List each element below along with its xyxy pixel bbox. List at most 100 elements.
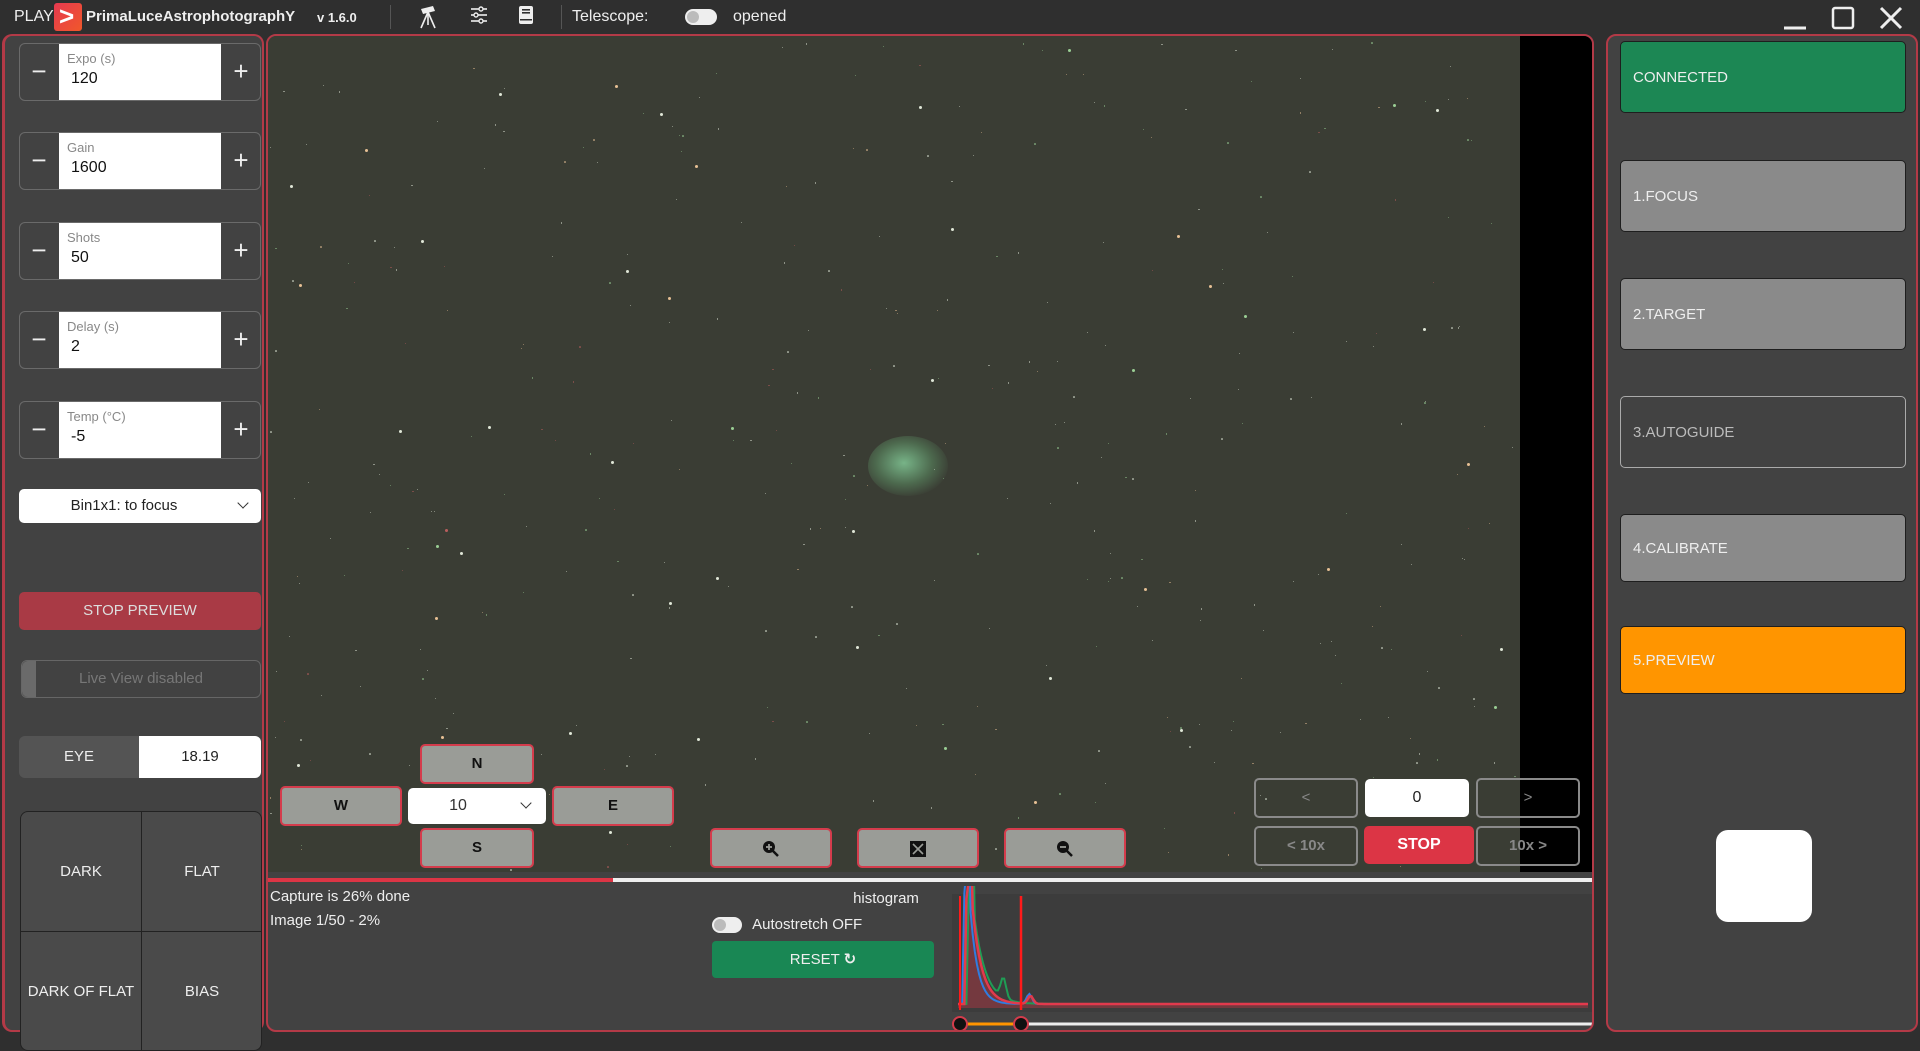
stop-playback-button[interactable]: STOP — [1364, 826, 1474, 864]
star — [1335, 655, 1337, 657]
star — [927, 155, 929, 157]
exposure-increment-button[interactable]: + — [222, 44, 260, 100]
star — [663, 562, 665, 564]
star — [322, 84, 325, 87]
star — [422, 678, 424, 680]
star — [1189, 397, 1192, 400]
bias-button[interactable]: BIAS — [142, 932, 261, 1050]
focus-step-button[interactable]: 1.FOCUS — [1620, 160, 1906, 232]
delay-increment-button[interactable]: + — [222, 312, 260, 368]
calibrate-step-button[interactable]: 4.CALIBRATE — [1620, 514, 1906, 582]
star — [390, 266, 392, 269]
star — [1340, 682, 1343, 685]
star — [1180, 727, 1182, 729]
delay-field[interactable]: Delay (s) 2 — [59, 312, 221, 368]
shots-field[interactable]: Shots 50 — [59, 223, 221, 279]
dark-button[interactable]: DARK — [21, 812, 141, 932]
star — [996, 255, 998, 258]
star — [1239, 352, 1241, 354]
star — [1163, 828, 1165, 830]
gain-increment-button[interactable]: + — [222, 133, 260, 189]
star — [579, 346, 581, 348]
exposure-field[interactable]: Expo (s) 120 — [59, 44, 221, 100]
guide-step-select[interactable]: 10 — [408, 788, 546, 824]
sliders-icon[interactable] — [467, 5, 491, 29]
star — [320, 246, 322, 248]
exposure-decrement-button[interactable]: − — [20, 44, 58, 100]
star — [988, 628, 990, 630]
connected-button[interactable]: CONNECTED — [1620, 41, 1906, 113]
east-button[interactable]: E — [552, 786, 674, 826]
telescope-toggle[interactable] — [685, 9, 717, 25]
star — [765, 630, 767, 632]
dark-of-flat-button[interactable]: DARK OF FLAT — [21, 932, 141, 1050]
star — [790, 462, 793, 465]
north-button[interactable]: N — [420, 744, 534, 784]
capture-button[interactable] — [1716, 830, 1812, 922]
close-button[interactable] — [1876, 4, 1906, 32]
star — [1086, 579, 1088, 581]
star — [1379, 605, 1381, 607]
star — [1424, 402, 1426, 404]
star — [1108, 581, 1109, 583]
reset-histogram-button[interactable]: RESET ↻ — [712, 941, 934, 978]
star — [793, 245, 795, 247]
binning-select[interactable]: Bin1x1: to focus — [19, 489, 261, 523]
book-icon[interactable] — [514, 5, 538, 29]
telescope-icon[interactable] — [416, 5, 440, 29]
star — [593, 139, 595, 141]
gain-field[interactable]: Gain 1600 — [59, 133, 221, 189]
star — [1169, 581, 1171, 584]
star — [1007, 382, 1010, 384]
image-margin — [1520, 36, 1592, 872]
fit-screen-button[interactable] — [857, 828, 979, 868]
stop-preview-button[interactable]: STOP PREVIEW — [19, 592, 261, 630]
star — [1093, 102, 1095, 104]
shots-increment-button[interactable]: + — [222, 223, 260, 279]
delay-stepper: − Delay (s) 2 + — [19, 311, 261, 369]
forward-10x-button[interactable]: 10x > — [1476, 826, 1580, 866]
live-view-toggle[interactable]: Live View disabled — [21, 660, 261, 698]
zoom-in-button[interactable] — [710, 828, 832, 868]
autoguide-step-button[interactable]: 3.AUTOGUIDE — [1620, 396, 1906, 468]
star — [419, 648, 422, 651]
star — [817, 397, 820, 399]
temperature-field[interactable]: Temp (°C) -5 — [59, 402, 221, 458]
previous-frame-button[interactable]: < — [1254, 778, 1358, 818]
star — [1049, 677, 1053, 681]
histogram-high-handle[interactable] — [1013, 1016, 1029, 1031]
star — [1022, 43, 1025, 45]
histogram-low-handle[interactable] — [952, 1016, 968, 1031]
flat-button[interactable]: FLAT — [142, 812, 261, 932]
eye-button[interactable]: EYE — [19, 736, 139, 778]
preview-step-button[interactable]: 5.PREVIEW — [1620, 626, 1906, 694]
star — [1514, 775, 1516, 778]
gain-value: 1600 — [71, 159, 107, 176]
next-frame-button[interactable]: > — [1476, 778, 1580, 818]
star — [815, 636, 817, 638]
temperature-decrement-button[interactable]: − — [20, 402, 58, 458]
star — [576, 725, 578, 727]
back-10x-button[interactable]: < 10x — [1254, 826, 1358, 866]
star — [404, 342, 407, 345]
histogram-chart[interactable] — [952, 886, 1594, 1032]
shots-decrement-button[interactable]: − — [20, 223, 58, 279]
delay-decrement-button[interactable]: − — [20, 312, 58, 368]
south-button[interactable]: S — [420, 828, 534, 868]
star — [1198, 208, 1200, 211]
west-button[interactable]: W — [280, 786, 402, 826]
frame-number-field[interactable]: 0 — [1365, 779, 1469, 817]
star — [782, 47, 784, 48]
star — [289, 184, 293, 188]
autostretch-toggle[interactable] — [712, 917, 742, 934]
maximize-button[interactable] — [1828, 4, 1858, 32]
app-version: v 1.6.0 — [317, 10, 357, 25]
star — [434, 698, 436, 700]
capture-progress-fill — [268, 878, 614, 882]
minimize-button[interactable] — [1780, 4, 1810, 32]
zoom-out-button[interactable] — [1004, 828, 1126, 868]
target-step-button[interactable]: 2.TARGET — [1620, 278, 1906, 350]
gain-decrement-button[interactable]: − — [20, 133, 58, 189]
temperature-increment-button[interactable]: + — [222, 402, 260, 458]
star — [1448, 98, 1450, 100]
